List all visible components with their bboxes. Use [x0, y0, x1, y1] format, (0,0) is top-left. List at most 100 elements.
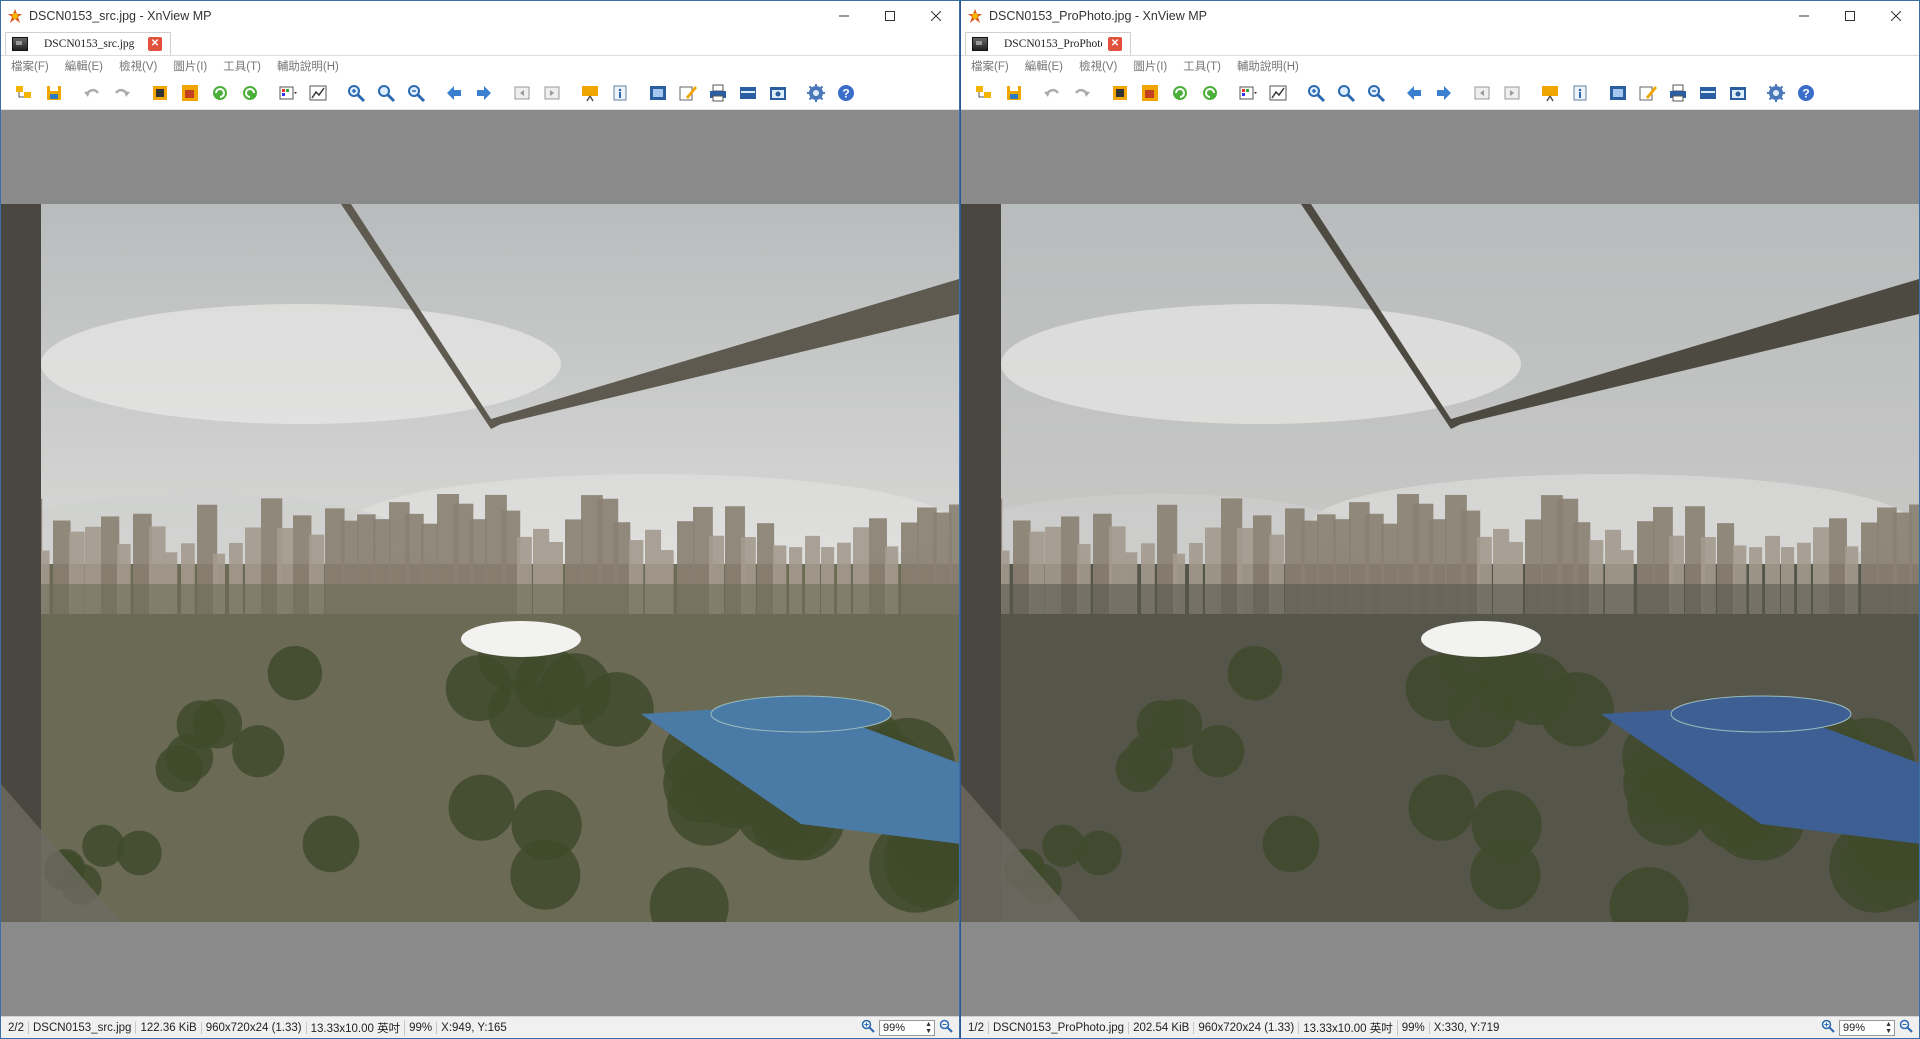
adjust-colors-icon[interactable]: [275, 80, 301, 106]
resize-icon[interactable]: [1137, 80, 1163, 106]
zoom-out-icon[interactable]: [1899, 1019, 1913, 1036]
status-filename: DSCN0153_src.jpg: [29, 1021, 137, 1034]
first-icon[interactable]: [1469, 80, 1495, 106]
status-index: 2/2: [4, 1021, 29, 1034]
menu-item[interactable]: 檔案(F): [971, 58, 1009, 74]
close-button[interactable]: [913, 1, 959, 31]
status-bar: 1/2 DSCN0153_ProPhoto.jpg 202.54 KiB 960…: [961, 1016, 1919, 1038]
settings-icon[interactable]: [1763, 80, 1789, 106]
window-title: DSCN0153_src.jpg - XnView MP: [29, 9, 212, 23]
scan-icon[interactable]: [1695, 80, 1721, 106]
zoom-in-icon[interactable]: [1821, 1019, 1835, 1036]
settings-icon[interactable]: [803, 80, 829, 106]
title-bar: DSCN0153_src.jpg - XnView MP: [1, 1, 959, 31]
rotate-left-icon[interactable]: [1167, 80, 1193, 106]
status-filesize: 202.54 KiB: [1129, 1021, 1195, 1034]
info-icon[interactable]: [607, 80, 633, 106]
previous-icon[interactable]: [1401, 80, 1427, 106]
menu-bar: 檔案(F) 編輯(E) 檢視(V) 圖片(I) 工具(T) 輔助說明(H): [1, 56, 959, 76]
save-icon[interactable]: [1001, 80, 1027, 106]
fullscreen-icon[interactable]: [1605, 80, 1631, 106]
zoom-in-icon[interactable]: [861, 1019, 875, 1036]
next-icon[interactable]: [1431, 80, 1457, 106]
xnview-logo-icon: [967, 8, 983, 24]
xnview-window: DSCN0153_ProPhoto.jpg - XnView MP DSCN01…: [960, 0, 1920, 1039]
image-tab[interactable]: DSCN0153_ProPhoto.jp... ✕: [965, 32, 1131, 55]
spin-arrows-icon[interactable]: ▲ ▼: [1885, 1021, 1894, 1035]
resize-icon[interactable]: [177, 80, 203, 106]
last-icon[interactable]: [539, 80, 565, 106]
image-thumbnail-icon: [972, 37, 988, 51]
menu-item[interactable]: 檢視(V): [1079, 58, 1117, 74]
menu-item[interactable]: 編輯(E): [1025, 58, 1063, 74]
fullscreen-icon[interactable]: [645, 80, 671, 106]
spin-arrows-icon[interactable]: ▲ ▼: [925, 1021, 934, 1035]
slideshow-icon[interactable]: [577, 80, 603, 106]
first-icon[interactable]: [509, 80, 535, 106]
edit-icon[interactable]: [1635, 80, 1661, 106]
browser-icon[interactable]: [971, 80, 997, 106]
minimize-button[interactable]: [1781, 1, 1827, 31]
image-thumbnail-icon: [12, 37, 28, 51]
zoom-fit-icon[interactable]: [1333, 80, 1359, 106]
close-button[interactable]: [1873, 1, 1919, 31]
edit-icon[interactable]: [675, 80, 701, 106]
maximize-button[interactable]: [867, 1, 913, 31]
maximize-button[interactable]: [1827, 1, 1873, 31]
menu-item[interactable]: 工具(T): [223, 58, 261, 74]
crop-icon[interactable]: [1107, 80, 1133, 106]
zoom-input[interactable]: 99% ▲ ▼: [1839, 1019, 1895, 1036]
menu-item[interactable]: 圖片(I): [1133, 58, 1167, 74]
help-icon[interactable]: ?: [1793, 80, 1819, 106]
undo-icon[interactable]: [79, 80, 105, 106]
rotate-left-icon[interactable]: [207, 80, 233, 106]
zoom-in-icon[interactable]: [343, 80, 369, 106]
next-icon[interactable]: [471, 80, 497, 106]
image-tab[interactable]: DSCN0153_src.jpg ✕: [5, 32, 171, 55]
menu-item[interactable]: 檢視(V): [119, 58, 157, 74]
undo-icon[interactable]: [1039, 80, 1065, 106]
levels-icon[interactable]: [1265, 80, 1291, 106]
zoom-control: 99% ▲ ▼: [1821, 1019, 1919, 1036]
image-viewer[interactable]: [961, 110, 1919, 1016]
print-icon[interactable]: [705, 80, 731, 106]
scan-icon[interactable]: [735, 80, 761, 106]
capture-icon[interactable]: [765, 80, 791, 106]
previous-icon[interactable]: [441, 80, 467, 106]
status-zoom: 99%: [405, 1021, 438, 1034]
print-icon[interactable]: [1665, 80, 1691, 106]
last-icon[interactable]: [1499, 80, 1525, 106]
zoom-in-icon[interactable]: [1303, 80, 1329, 106]
zoom-out-icon[interactable]: [1363, 80, 1389, 106]
slideshow-icon[interactable]: [1537, 80, 1563, 106]
menu-item[interactable]: 工具(T): [1183, 58, 1221, 74]
minimize-button[interactable]: [821, 1, 867, 31]
crop-icon[interactable]: [147, 80, 173, 106]
help-icon[interactable]: ?: [833, 80, 859, 106]
redo-icon[interactable]: [1069, 80, 1095, 106]
redo-icon[interactable]: [109, 80, 135, 106]
menu-item[interactable]: 檔案(F): [11, 58, 49, 74]
info-icon[interactable]: [1567, 80, 1593, 106]
photo: [1, 204, 959, 922]
zoom-input[interactable]: 99% ▲ ▼: [879, 1019, 935, 1036]
close-tab-icon[interactable]: ✕: [1108, 37, 1122, 51]
zoom-out-icon[interactable]: [939, 1019, 953, 1036]
menu-item[interactable]: 輔助說明(H): [277, 58, 339, 74]
close-tab-icon[interactable]: ✕: [148, 37, 162, 51]
levels-icon[interactable]: [305, 80, 331, 106]
menu-item[interactable]: 圖片(I): [173, 58, 207, 74]
menu-item[interactable]: 輔助說明(H): [1237, 58, 1299, 74]
save-icon[interactable]: [41, 80, 67, 106]
browser-icon[interactable]: [11, 80, 37, 106]
image-viewer[interactable]: [1, 110, 959, 1016]
adjust-colors-icon[interactable]: [1235, 80, 1261, 106]
status-cursor-position: X:949, Y:165: [441, 1021, 507, 1034]
zoom-out-icon[interactable]: [403, 80, 429, 106]
zoom-fit-icon[interactable]: [373, 80, 399, 106]
rotate-right-icon[interactable]: [1197, 80, 1223, 106]
menu-bar: 檔案(F) 編輯(E) 檢視(V) 圖片(I) 工具(T) 輔助說明(H): [961, 56, 1919, 76]
rotate-right-icon[interactable]: [237, 80, 263, 106]
menu-item[interactable]: 編輯(E): [65, 58, 103, 74]
capture-icon[interactable]: [1725, 80, 1751, 106]
